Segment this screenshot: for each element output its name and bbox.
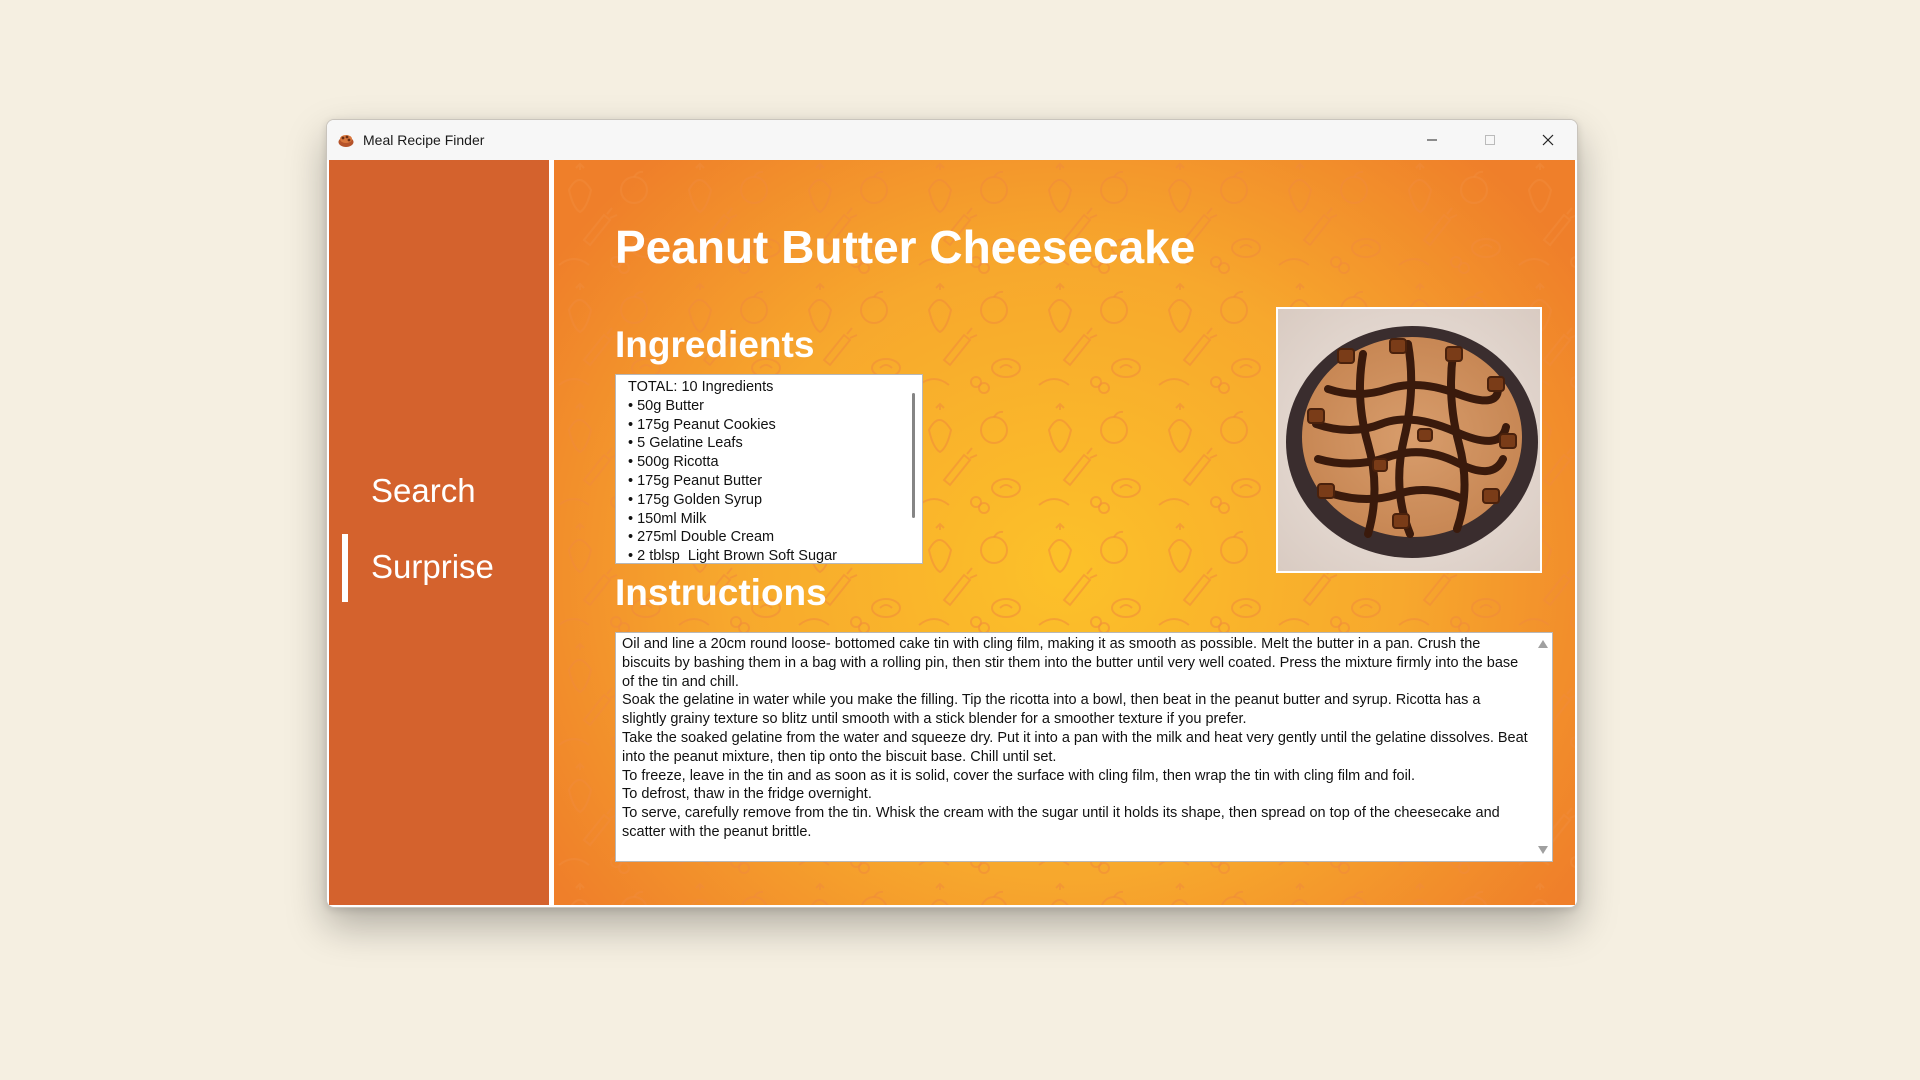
ingredient-item[interactable]: • 175g Golden Syrup [628, 491, 837, 510]
window-title: Meal Recipe Finder [363, 132, 485, 148]
nav-surprise[interactable]: Surprise [371, 548, 494, 586]
app-window: Meal Recipe Finder Search Surprise Peanu… [326, 119, 1578, 908]
nav-search[interactable]: Search [371, 472, 476, 510]
instruction-step: Soak the gelatine in water while you mak… [622, 692, 1481, 728]
ingredient-item[interactable]: • 500g Ricotta [628, 453, 837, 472]
instructions-heading: Instructions [615, 572, 827, 613]
ingredient-item[interactable]: • 150ml Milk [628, 510, 837, 529]
minimize-button[interactable] [1403, 120, 1461, 160]
ingredient-item[interactable]: • 175g Peanut Cookies [628, 416, 837, 435]
maximize-icon [1485, 135, 1495, 145]
ingredients-heading: Ingredients [615, 324, 815, 365]
instruction-step: To freeze, leave in the tin and as soon … [622, 767, 1416, 784]
scroll-down-icon[interactable] [1538, 846, 1548, 854]
instruction-step: To defrost, thaw in the fridge overnight… [622, 786, 872, 803]
instructions-textbox[interactable]: Oil and line a 20cm round loose- bottome… [615, 632, 1553, 862]
instruction-step: Oil and line a 20cm round loose- bottome… [622, 636, 1519, 690]
ingredients-scrollbar[interactable] [912, 393, 915, 518]
active-nav-indicator [342, 534, 348, 602]
instruction-step: Take the soaked gelatine from the water … [622, 729, 1528, 765]
app-icon [338, 135, 354, 147]
close-icon [1542, 134, 1554, 146]
minimize-icon [1427, 139, 1437, 141]
ingredient-item[interactable]: • 175g Peanut Butter [628, 472, 837, 491]
title-bar[interactable]: Meal Recipe Finder [327, 120, 1577, 160]
ingredient-item[interactable]: • 275ml Double Cream [628, 528, 837, 547]
ingredient-item[interactable]: • 2 tblsp Light Brown Soft Sugar [628, 547, 837, 566]
sidebar: Search Surprise [329, 160, 549, 905]
scroll-up-icon[interactable] [1538, 640, 1548, 648]
recipe-image [1276, 307, 1542, 573]
ingredient-item[interactable]: • 50g Butter [628, 397, 837, 416]
instruction-step: To serve, carefully remove from the tin.… [622, 805, 1500, 840]
instructions-text: Oil and line a 20cm round loose- bottome… [622, 635, 1528, 842]
window-content: Search Surprise Peanut Butter Cheesecake… [329, 160, 1575, 905]
cheesecake-image [1278, 309, 1540, 571]
close-button[interactable] [1519, 120, 1577, 160]
recipe-title: Peanut Butter Cheesecake [615, 221, 1196, 273]
recipe-panel: Peanut Butter Cheesecake Ingredients TOT… [554, 160, 1575, 905]
ingredient-item[interactable]: • 5 Gelatine Leafs [628, 434, 837, 453]
ingredients-list: TOTAL: 10 Ingredients • 50g Butter • 175g … [628, 378, 837, 566]
ingredients-listbox[interactable]: TOTAL: 10 Ingredients • 50g Butter • 175g … [615, 374, 923, 564]
ingredients-total[interactable]: TOTAL: 10 Ingredients [628, 378, 837, 397]
maximize-button[interactable] [1461, 120, 1519, 160]
